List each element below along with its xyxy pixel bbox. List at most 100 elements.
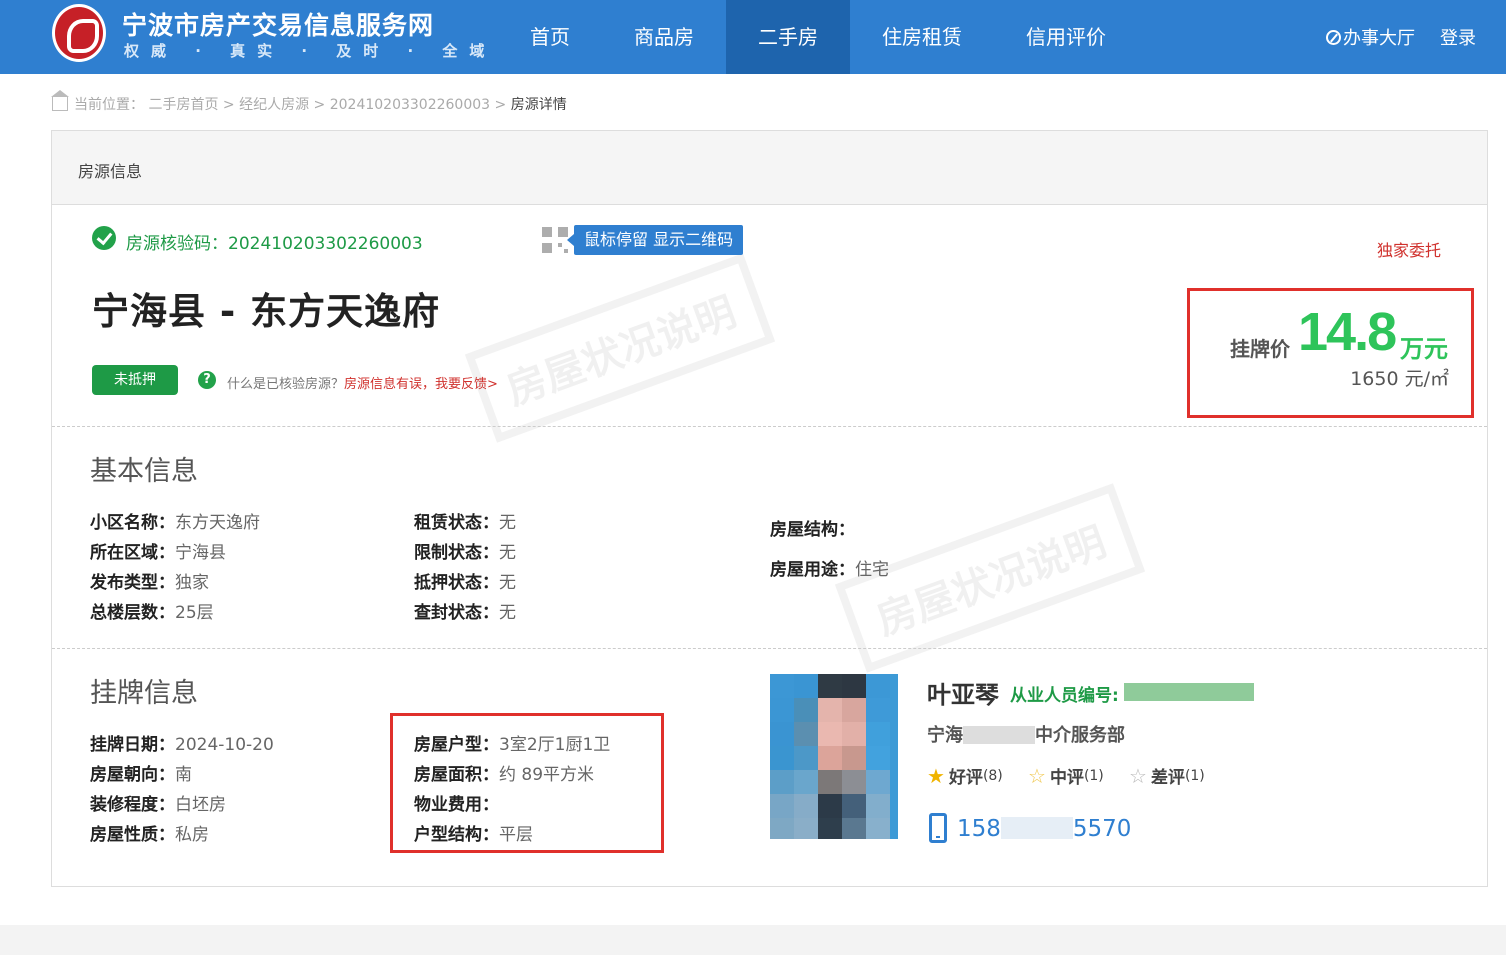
field-key: 发布类型： [90,573,175,593]
star-gray-icon: ☆ [1129,764,1147,788]
breadcrumb-separator: > [222,97,235,113]
phone-suffix: 5570 [1072,816,1132,842]
breadcrumb-item[interactable]: 202410203302260003 [330,97,490,113]
breadcrumb-current: 房源详情 [510,97,567,113]
field-key: 限制状态： [414,543,499,563]
breadcrumb-separator: > [313,97,326,113]
site-slogan: 权威 · 真实 · 及时 · 全域 [124,42,497,60]
rating-bad[interactable]: ☆ 差评(1) [1129,763,1205,788]
agent-id-label: 从业人员编号: [1010,686,1119,706]
site-header: 宁波市房产交易信息服务网 权威 · 真实 · 及时 · 全域 首页 商品房 二手… [0,0,1506,74]
field-key: 房屋用途： [770,560,855,580]
field-value: 私房 [175,825,209,845]
section-divider [52,426,1487,427]
field-value: 无 [499,543,516,563]
agent-name: 叶亚琴 [927,681,999,709]
agent-company: 宁海 中介服务部 [927,721,1125,747]
field-structure: 房屋结构： [770,515,855,540]
company-redacted [963,726,1035,744]
field-key: 房屋面积： [414,765,499,785]
field-publish-type: 发布类型：独家 [90,568,209,593]
breadcrumb-item[interactable]: 经纪人房源 [239,97,309,113]
rating-mid-count: (1) [1083,768,1104,784]
field-lease-status: 租赁状态：无 [414,508,516,533]
field-key: 房屋结构： [770,520,855,540]
login-link[interactable]: 登录 [1440,24,1476,50]
watermark-stamp: 房屋状况说明 [464,253,776,443]
field-key: 小区名称： [90,513,175,533]
field-value: 东方天逸府 [175,513,260,533]
field-listing-date: 挂牌日期：2024-10-20 [90,730,274,755]
agent-id-redacted [1124,683,1254,701]
qr-code-icon[interactable] [542,227,568,253]
help-text: 什么是已核验房源？房源信息有误，我要反馈> [227,373,498,392]
field-value: 南 [175,765,192,785]
field-district: 所在区域：宁海县 [90,538,226,563]
phone-prefix: 158 [957,816,1001,842]
price-box: 挂牌价 14.8 万元 1650 元/㎡ [1187,288,1474,418]
nav-second-hand[interactable]: 二手房 [726,0,850,74]
property-card: 房源信息 房屋状况说明 房屋状况说明 房源核验码：202410203302260… [51,130,1488,887]
field-layout: 房屋户型：3室2厅1厨1卫 [414,730,610,755]
price-per-sqm: 1650 元/㎡ [1350,368,1449,390]
field-value: 无 [499,573,516,593]
star-filled-icon: ★ [927,764,945,788]
field-key: 抵押状态： [414,573,499,593]
card-header: 房源信息 [52,131,1487,205]
phone-redacted [1000,817,1073,839]
agent-company-suffix: 中介服务部 [1035,725,1125,746]
rating-mid-label: 中评 [1049,768,1084,788]
field-key: 所在区域： [90,543,175,563]
agent-phone[interactable]: 158 5570 [957,816,1131,842]
field-property-nature: 房屋性质：私房 [90,820,209,845]
star-outline-icon: ☆ [1028,764,1046,788]
site-logo-icon[interactable] [52,4,106,62]
verified-check-icon [92,226,116,250]
field-key: 物业费用： [414,795,499,815]
listing-info-title: 挂牌信息 [90,678,198,709]
main-nav: 首页 商品房 二手房 住房租赁 信用评价 [498,0,1138,74]
nav-home[interactable]: 首页 [498,0,602,74]
card-header-title: 房源信息 [78,162,143,181]
field-usage: 房屋用途：住宅 [770,555,889,580]
agent-avatar [770,674,898,839]
nav-credit[interactable]: 信用评价 [994,0,1138,74]
service-hall-link[interactable]: 办事大厅 [1326,24,1415,50]
home-icon [51,90,69,111]
field-total-floors: 总楼层数：25层 [90,598,214,623]
question-icon: ? [198,371,216,389]
help-question-link[interactable]: 什么是已核验房源？ [227,377,344,392]
section-divider [52,648,1487,649]
nav-rental[interactable]: 住房租赁 [850,0,994,74]
field-value: 无 [499,603,516,623]
rating-bad-count: (1) [1184,768,1205,784]
service-hall-label: 办事大厅 [1343,28,1415,49]
field-value: 2024-10-20 [175,735,274,755]
field-value: 25层 [175,603,214,623]
field-value: 无 [499,513,516,533]
mortgage-status-badge: 未抵押 [92,365,178,395]
verification-code: 房源核验码：202410203302260003 [126,234,423,254]
rating-good-count: (8) [982,768,1003,784]
rating-good-label: 好评 [948,768,983,788]
rating-good[interactable]: ★ 好评(8) [927,763,1003,788]
breadcrumb-item[interactable]: 二手房首页 [148,97,218,113]
site-title[interactable]: 宁波市房产交易信息服务网 [122,6,434,42]
mobile-phone-icon [929,813,947,843]
qr-tooltip: 鼠标停留 显示二维码 [566,225,744,255]
field-decoration: 装修程度：白坯房 [90,790,226,815]
field-key: 装修程度： [90,795,175,815]
footer-strip [0,925,1506,955]
property-title: 宁海县 - 东方天逸府 [92,290,441,333]
breadcrumb-separator: > [494,97,507,113]
agent-company-prefix: 宁海 [927,725,963,746]
rating-mid[interactable]: ☆ 中评(1) [1028,763,1104,788]
field-key: 房屋户型： [414,735,499,755]
field-key: 挂牌日期： [90,735,175,755]
field-value: 宁海县 [175,543,226,563]
breadcrumb-prefix: 当前位置： [74,97,144,113]
nav-new-homes[interactable]: 商品房 [602,0,726,74]
compass-icon [1326,30,1341,45]
feedback-link[interactable]: 房源信息有误，我要反馈> [344,377,498,392]
field-value: 3室2厅1厨1卫 [499,735,611,755]
